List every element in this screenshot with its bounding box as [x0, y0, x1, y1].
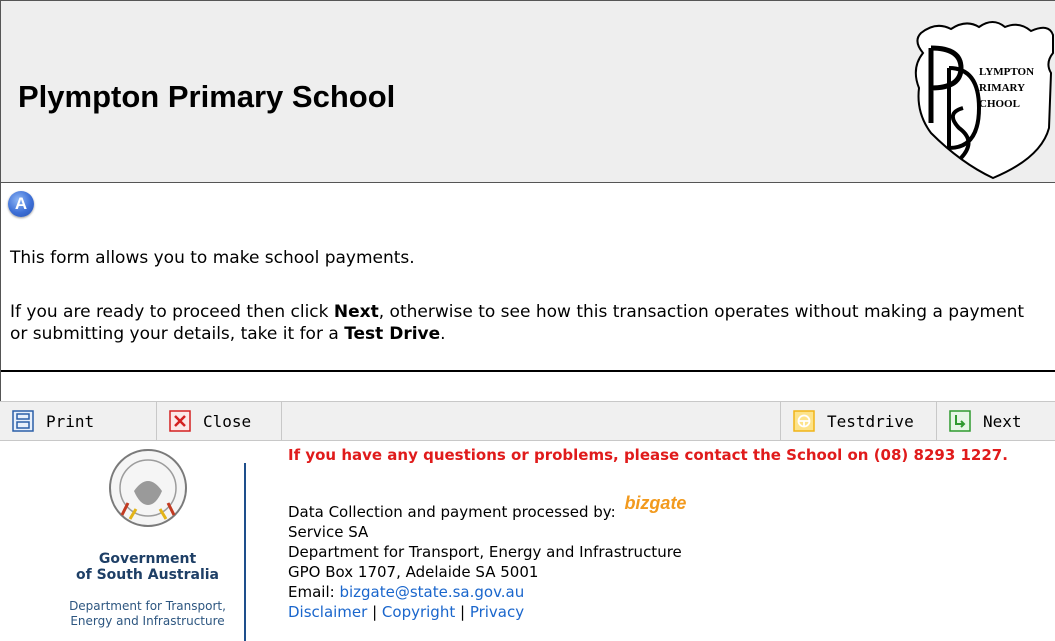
- school-crest-logo: LYMPTON RIMARY CHOOL: [914, 21, 1054, 180]
- processed-by-line: Data Collection and payment processed by…: [288, 493, 687, 521]
- instructions-text: If you are ready to proceed then click N…: [10, 302, 1025, 344]
- page-footer: Government of South Australia Department…: [0, 441, 1055, 641]
- action-toolbar: Print Close Testdrive Next: [0, 401, 1055, 441]
- copyright-link[interactable]: Copyright: [382, 603, 455, 621]
- disclaimer-link[interactable]: Disclaimer: [288, 603, 367, 621]
- postal-address: GPO Box 1707, Adelaide SA 5001: [288, 563, 539, 581]
- arrow-right-icon: [949, 410, 971, 432]
- svg-text:CHOOL: CHOOL: [979, 98, 1020, 110]
- steering-wheel-icon: [793, 410, 815, 432]
- legal-links: Disclaimer | Copyright | Privacy: [288, 603, 525, 621]
- testdrive-label: Testdrive: [827, 411, 914, 431]
- page-header: Plympton Primary School LYMPTON RIMARY C…: [0, 0, 1055, 183]
- print-label: Print: [46, 411, 95, 431]
- contact-notice: If you have any questions or problems, p…: [288, 446, 1008, 464]
- testdrive-button[interactable]: Testdrive: [780, 402, 937, 440]
- email-link[interactable]: bizgate@state.sa.gov.au: [339, 583, 524, 601]
- next-button[interactable]: Next: [937, 402, 1055, 440]
- government-name: Government of South Australia: [75, 551, 219, 583]
- print-button[interactable]: Print: [0, 402, 157, 440]
- content-divider: [1, 370, 1055, 372]
- print-icon: [12, 410, 34, 432]
- main-content: A This form allows you to make school pa…: [0, 183, 1055, 401]
- dept-name: Department for Transport, Energy and Inf…: [288, 543, 682, 561]
- close-icon: [169, 410, 191, 432]
- privacy-link[interactable]: Privacy: [470, 603, 524, 621]
- svg-text:RIMARY: RIMARY: [979, 82, 1025, 94]
- svg-text:LYMPTON: LYMPTON: [979, 66, 1034, 78]
- service-info: Data Collection and payment processed by…: [288, 493, 687, 622]
- next-label: Next: [983, 411, 1022, 431]
- close-button[interactable]: Close: [157, 402, 282, 440]
- email-line: Email: bizgate@state.sa.gov.au: [288, 583, 525, 601]
- footer-divider: [244, 463, 246, 641]
- org-name: Service SA: [288, 523, 369, 541]
- step-a-icon: A: [8, 191, 34, 217]
- school-title: Plympton Primary School: [18, 79, 396, 114]
- bizgate-logo: bizgate: [624, 493, 687, 513]
- next-emphasis: Next: [333, 302, 379, 322]
- testdrive-emphasis: Test Drive: [344, 324, 441, 344]
- intro-text: This form allows you to make school paym…: [10, 248, 415, 268]
- department-name: Department for Transport, Energy and Inf…: [69, 599, 226, 628]
- close-label: Close: [203, 411, 252, 431]
